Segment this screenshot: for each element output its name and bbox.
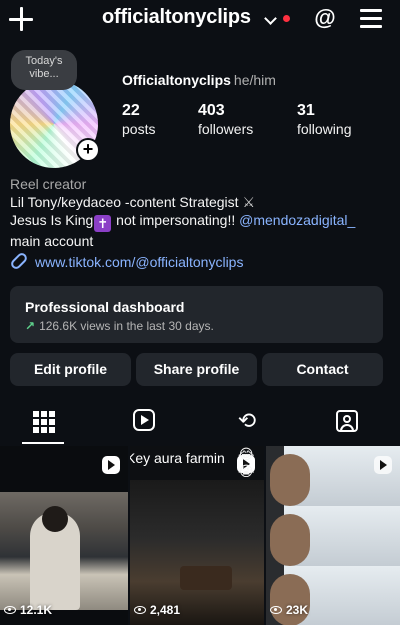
followers-count-label: followers	[198, 121, 254, 137]
post-views-count: 2,481	[150, 603, 181, 617]
bio-category: Reel creator	[10, 176, 87, 192]
bio-line-2: Jesus Is King ✝ not impersonating!! @mend…	[10, 211, 390, 232]
post-views: 2,481	[134, 603, 180, 617]
top-bar: officialtonyclips @	[0, 0, 400, 40]
following-count[interactable]: 31 following	[297, 102, 351, 137]
post-views: 12.1K	[4, 603, 52, 617]
followers-count-value: 403	[198, 102, 225, 119]
chevron-down-icon[interactable]	[264, 12, 277, 25]
eye-icon	[134, 606, 146, 614]
post-views-count: 12.1K	[20, 603, 53, 617]
tab-tagged-icon[interactable]	[335, 408, 361, 434]
share-profile-button[interactable]: Share profile	[136, 353, 257, 386]
bio-line-1-text: Lil Tony/keydaceo -content Strategist	[10, 194, 239, 210]
post-tile[interactable]: Key aura farmin 😂😭 2,481	[130, 446, 264, 625]
posts-count-value: 22	[122, 102, 140, 119]
menu-icon[interactable]	[360, 9, 382, 28]
post-tile[interactable]: 12.1K	[0, 446, 128, 625]
note-bubble[interactable]: Today's vibe...	[11, 50, 77, 90]
tab-repost-icon[interactable]: ⟲	[234, 408, 260, 434]
bio-line-3: main account	[10, 233, 94, 249]
professional-dashboard-card[interactable]: Professional dashboard ↗ 126.6K views in …	[10, 286, 383, 343]
profile-tabs: ⟲	[0, 400, 400, 445]
notification-dot	[283, 15, 290, 22]
post-views: 23K	[270, 603, 308, 617]
profile-link[interactable]: www.tiktok.com/@officialtonyclips	[9, 251, 243, 271]
edit-profile-button[interactable]: Edit profile	[10, 353, 131, 386]
threads-icon[interactable]: @	[313, 6, 337, 30]
bio-mention-link[interactable]: @mendozadigital_	[239, 212, 355, 228]
bio-line-2-end: not impersonating!!	[116, 212, 236, 228]
post-thumbnail	[0, 492, 128, 610]
dashboard-subtitle: ↗ 126.6K views in the last 30 days.	[25, 319, 368, 333]
post-thumbnail	[266, 506, 400, 566]
dashboard-title: Professional dashboard	[25, 299, 185, 315]
bio-line-1: Lil Tony/keydaceo -content Strategist ⚔	[10, 193, 390, 211]
profile-avatar-area: Today's vibe... +	[10, 50, 102, 168]
profile-link-text[interactable]: www.tiktok.com/@officialtonyclips	[35, 254, 243, 270]
posts-count[interactable]: 22 posts	[122, 102, 155, 137]
reel-badge-icon	[102, 456, 120, 474]
eye-icon	[4, 606, 16, 614]
dashboard-subtitle-text: 126.6K views in the last 30 days.	[39, 319, 214, 333]
eye-icon	[270, 606, 282, 614]
bio-line-2-start: Jesus Is King	[10, 212, 94, 228]
following-count-value: 31	[297, 102, 315, 119]
trend-up-arrow-icon: ↗	[25, 319, 36, 333]
post-thumbnail	[266, 446, 400, 506]
add-story-plus-icon[interactable]: +	[76, 138, 100, 162]
posts-count-label: posts	[122, 121, 156, 137]
post-views-count: 23K	[286, 603, 309, 617]
following-count-label: following	[297, 121, 352, 137]
tab-grid-icon[interactable]	[31, 408, 57, 434]
reel-badge-icon	[374, 456, 392, 474]
link-icon	[9, 251, 29, 271]
crossed-swords-icon: ⚔	[242, 194, 255, 210]
posts-grid: 12.1K Key aura farmin 😂😭 2,481 23K	[0, 446, 400, 625]
display-name-text: Officialtonyclips	[122, 72, 231, 88]
tab-reels-icon[interactable]	[132, 408, 158, 434]
pronouns: he/him	[233, 72, 276, 88]
username-switcher[interactable]: officialtonyclips	[102, 6, 251, 29]
post-tile[interactable]: 23K	[266, 446, 400, 625]
cross-icon: ✝	[94, 215, 112, 232]
followers-count[interactable]: 403 followers	[198, 102, 253, 137]
laughing-crying-emoji-icon: 😂😭	[238, 446, 255, 479]
display-name: Officialtonyclips he/him	[122, 72, 276, 88]
create-plus-icon[interactable]	[8, 6, 34, 32]
bio: Reel creator Lil Tony/keydaceo -content …	[10, 175, 390, 250]
contact-button[interactable]: Contact	[262, 353, 383, 386]
active-tab-indicator	[22, 442, 64, 444]
